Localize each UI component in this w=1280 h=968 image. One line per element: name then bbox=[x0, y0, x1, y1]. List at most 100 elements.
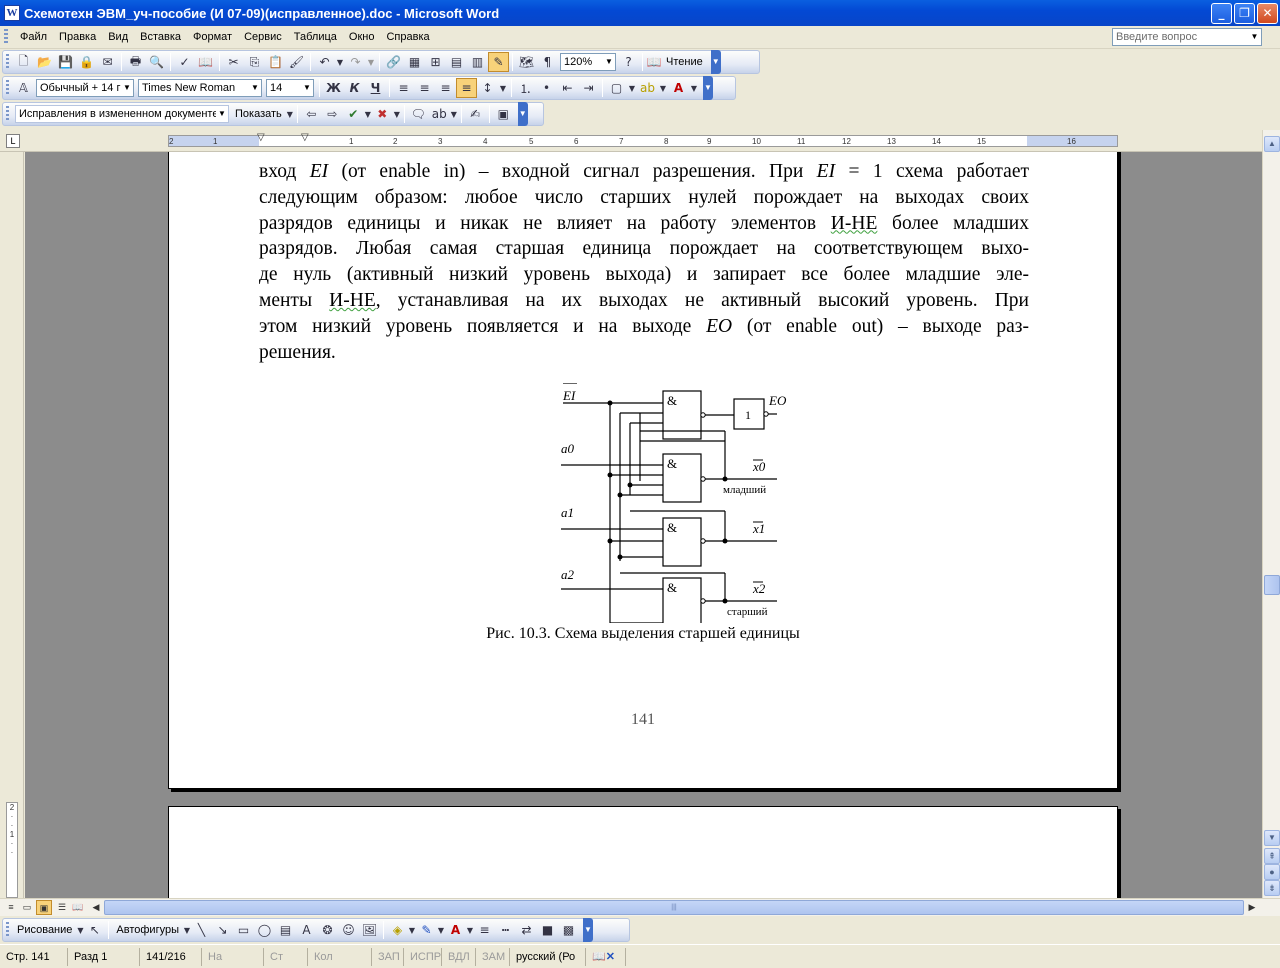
autoshapes-button[interactable]: Автофигуры bbox=[112, 924, 183, 936]
italic-button[interactable]: К bbox=[344, 78, 365, 98]
toolbar-grip[interactable] bbox=[6, 922, 9, 938]
clip-art-icon[interactable]: ☺ bbox=[338, 920, 359, 940]
toolbar-options-icon[interactable]: ▼ bbox=[703, 76, 713, 100]
font-size-select[interactable]: 14 ▼ bbox=[266, 79, 314, 97]
chevron-down-icon[interactable]: ▼ bbox=[76, 920, 84, 940]
print-icon[interactable]: 🖶 bbox=[125, 52, 146, 72]
chevron-down-icon[interactable]: ▼ bbox=[498, 78, 508, 98]
next-page-icon[interactable]: ⇟ bbox=[1264, 880, 1280, 896]
borders-icon[interactable]: ▢ bbox=[606, 78, 627, 98]
chevron-down-icon[interactable]: ▼ bbox=[437, 920, 445, 940]
horizontal-ruler[interactable]: L 2 1 1 2 3 4 5 6 7 8 9 10 11 12 13 14 1… bbox=[0, 130, 1280, 152]
copy-icon[interactable]: ⎘ bbox=[244, 52, 265, 72]
wordart-icon[interactable]: A bbox=[296, 920, 317, 940]
scroll-up-icon[interactable]: ▲ bbox=[1264, 136, 1280, 152]
display-for-review-select[interactable]: Исправления в измененном документе ▼ bbox=[15, 105, 229, 123]
reject-change-icon[interactable]: ✖ bbox=[372, 104, 393, 124]
status-pages[interactable]: 141/216 bbox=[140, 947, 202, 966]
chevron-down-icon[interactable]: ▼ bbox=[393, 104, 401, 124]
menu-insert[interactable]: Вставка bbox=[134, 28, 187, 46]
dash-style-icon[interactable]: ┅ bbox=[495, 920, 516, 940]
print-layout-icon[interactable]: ▣ bbox=[36, 900, 52, 915]
document-page[interactable]: вход EI (от enable in) – входной сигнал … bbox=[168, 152, 1118, 789]
chevron-down-icon[interactable]: ▼ bbox=[366, 52, 376, 72]
status-at[interactable]: На bbox=[202, 947, 264, 966]
priority-circuit-diagram[interactable]: EI a0 a1 a2 & & & & 1 EO x0 x1 x2 младши… bbox=[555, 383, 795, 623]
word-app-icon[interactable]: W bbox=[4, 5, 20, 21]
font-color-icon[interactable]: A bbox=[668, 78, 689, 98]
scroll-down-icon[interactable]: ▼ bbox=[1264, 830, 1280, 846]
document-map-icon[interactable]: 🗺 bbox=[516, 52, 537, 72]
chevron-down-icon[interactable]: ▼ bbox=[335, 52, 345, 72]
oval-icon[interactable]: ◯ bbox=[254, 920, 275, 940]
highlight-icon[interactable]: ab bbox=[429, 104, 450, 124]
chevron-down-icon[interactable]: ▼ bbox=[249, 80, 261, 96]
permission-icon[interactable]: 🔒 bbox=[76, 52, 97, 72]
chevron-down-icon[interactable]: ▼ bbox=[301, 80, 313, 96]
bullets-icon[interactable]: • bbox=[536, 78, 557, 98]
show-button[interactable]: Показать bbox=[231, 108, 286, 120]
underline-button[interactable]: Ч bbox=[365, 78, 386, 98]
minimize-button[interactable]: _ bbox=[1211, 3, 1232, 24]
highlight-icon[interactable]: ab bbox=[637, 78, 658, 98]
shadow-style-icon[interactable]: ■ bbox=[537, 920, 558, 940]
tables-borders-icon[interactable]: ▦ bbox=[404, 52, 425, 72]
increase-indent-icon[interactable]: ⇥ bbox=[578, 78, 599, 98]
menu-tools[interactable]: Сервис bbox=[238, 28, 288, 46]
status-column[interactable]: Кол bbox=[308, 947, 372, 966]
new-document-icon[interactable]: 🗋 bbox=[13, 52, 34, 72]
styles-pane-icon[interactable]: 𝔸 bbox=[13, 78, 34, 98]
spelling-status-icon[interactable]: 📖✕ bbox=[586, 947, 626, 966]
redo-icon[interactable]: ↷ bbox=[345, 52, 366, 72]
chevron-down-icon[interactable]: ▼ bbox=[121, 80, 133, 96]
vertical-ruler-strip[interactable]: 2 · · 1 · · bbox=[6, 802, 18, 898]
align-right-icon[interactable]: ≡ bbox=[435, 78, 456, 98]
close-button[interactable]: ✕ bbox=[1257, 3, 1278, 24]
line-color-icon[interactable]: ✎ bbox=[416, 920, 437, 940]
new-comment-icon[interactable]: 🗨 bbox=[408, 104, 429, 124]
next-change-icon[interactable]: ⇨ bbox=[322, 104, 343, 124]
accept-change-icon[interactable]: ✔ bbox=[343, 104, 364, 124]
research-icon[interactable]: 📖 bbox=[195, 52, 216, 72]
toolbar-grip[interactable] bbox=[4, 29, 8, 45]
toolbar-grip[interactable] bbox=[6, 80, 9, 96]
vertical-ruler[interactable]: 2 · · 1 · · bbox=[0, 152, 24, 898]
select-browse-object-icon[interactable]: ● bbox=[1264, 864, 1280, 880]
toolbar-grip[interactable] bbox=[6, 106, 9, 122]
justify-icon[interactable]: ≡ bbox=[456, 78, 477, 98]
chevron-down-icon[interactable]: ▼ bbox=[216, 106, 228, 122]
format-painter-icon[interactable]: 🖌 bbox=[286, 52, 307, 72]
ask-question-input[interactable]: Введите вопрос ▼ bbox=[1112, 28, 1262, 46]
status-track-changes[interactable]: ИСПР bbox=[404, 947, 442, 966]
drawing-menu-button[interactable]: Рисование bbox=[13, 924, 76, 936]
spelling-icon[interactable]: ✓ bbox=[174, 52, 195, 72]
line-style-icon[interactable]: ≡ bbox=[474, 920, 495, 940]
menu-window[interactable]: Окно bbox=[343, 28, 381, 46]
diagram-icon[interactable]: ❂ bbox=[317, 920, 338, 940]
chevron-down-icon[interactable]: ▼ bbox=[603, 54, 615, 70]
previous-change-icon[interactable]: ⇦ bbox=[301, 104, 322, 124]
chevron-down-icon[interactable]: ▼ bbox=[689, 78, 699, 98]
font-color-icon[interactable]: A bbox=[445, 920, 466, 940]
status-line[interactable]: Ст bbox=[264, 947, 308, 966]
text-box-icon[interactable]: ▤ bbox=[275, 920, 296, 940]
rectangle-icon[interactable]: ▭ bbox=[233, 920, 254, 940]
status-extend[interactable]: ВДЛ bbox=[442, 947, 476, 966]
save-icon[interactable]: 💾 bbox=[55, 52, 76, 72]
horizontal-scroll-thumb[interactable]: ||| bbox=[104, 900, 1244, 915]
print-preview-icon[interactable]: 🔍 bbox=[146, 52, 167, 72]
status-section[interactable]: Разд 1 bbox=[68, 947, 140, 966]
vertical-scrollbar[interactable]: ▲ ▼ ⇞ ● ⇟ bbox=[1262, 130, 1280, 898]
show-formatting-icon[interactable]: ¶ bbox=[537, 52, 558, 72]
track-changes-icon[interactable]: ✍ bbox=[465, 104, 486, 124]
outline-view-icon[interactable]: ☰ bbox=[54, 900, 70, 915]
zoom-select[interactable]: 120% ▼ bbox=[560, 53, 616, 71]
ruler-strip[interactable]: 2 1 1 2 3 4 5 6 7 8 9 10 11 12 13 14 15 … bbox=[168, 132, 1118, 147]
select-objects-icon[interactable]: ↖ bbox=[84, 920, 105, 940]
chevron-down-icon[interactable]: ▼ bbox=[627, 78, 637, 98]
reading-icon[interactable]: 📖 bbox=[646, 52, 662, 72]
help-icon[interactable]: ? bbox=[618, 52, 639, 72]
status-record-macro[interactable]: ЗАП bbox=[372, 947, 404, 966]
scroll-left-icon[interactable]: ◀ bbox=[88, 900, 104, 915]
maximize-button[interactable]: ❐ bbox=[1234, 3, 1255, 24]
